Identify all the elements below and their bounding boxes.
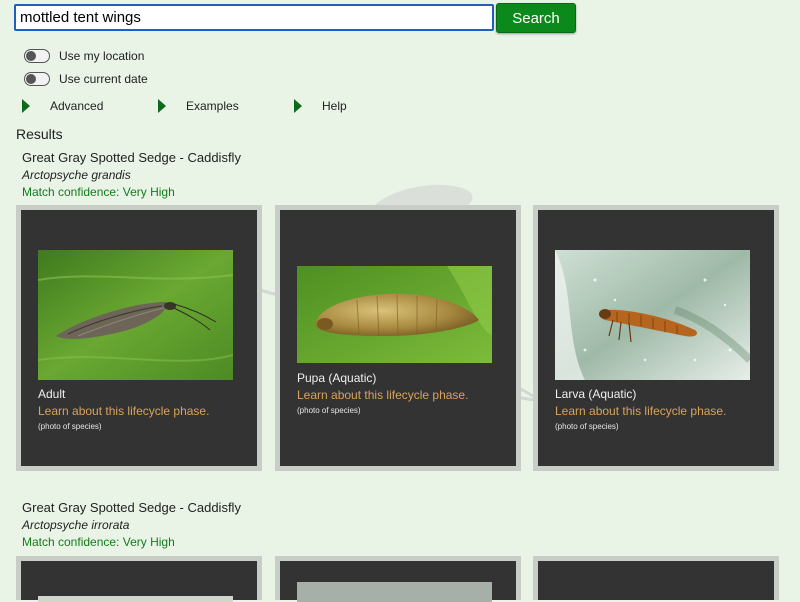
species-photo[interactable] — [297, 582, 492, 602]
toggle-label: Use current date — [59, 72, 148, 86]
match-confidence: Match confidence: Very High — [22, 535, 175, 549]
toggle-label: Use my location — [59, 49, 145, 63]
search-input[interactable] — [14, 4, 494, 31]
result-species-header: Great Gray Spotted Sedge - Caddisfly Arc… — [22, 500, 241, 549]
lifecycle-phase-label: Adult — [38, 387, 66, 401]
result-species-header: Great Gray Spotted Sedge - Caddisfly Arc… — [22, 150, 241, 199]
expander-help[interactable]: Help — [294, 97, 347, 115]
lifecycle-phase-link[interactable]: Learn about this lifecycle phase. — [555, 404, 726, 418]
toggle-use-current-date[interactable]: Use current date — [24, 70, 148, 88]
lifecycle-phase-link[interactable]: Learn about this lifecycle phase. — [38, 404, 209, 418]
results-heading: Results — [16, 126, 63, 142]
expander-label: Advanced — [50, 99, 104, 113]
expander-advanced[interactable]: Advanced — [22, 97, 103, 115]
expander-examples[interactable]: Examples — [158, 97, 239, 115]
toggle-switch-icon[interactable] — [24, 72, 50, 86]
search-button[interactable]: Search — [496, 3, 576, 33]
expander-label: Examples — [186, 99, 239, 113]
lifecycle-card-larva[interactable]: Larva (Aquatic) Learn about this lifecyc… — [533, 205, 779, 471]
lifecycle-phase-label: Larva (Aquatic) — [555, 387, 637, 401]
chevron-right-icon — [158, 99, 166, 113]
photo-note: (photo of species) — [555, 422, 619, 431]
toggle-use-location[interactable]: Use my location — [24, 47, 144, 65]
expander-label: Help — [322, 99, 347, 113]
lifecycle-phase-label: Pupa (Aquatic) — [297, 371, 377, 385]
species-photo-larva[interactable] — [555, 250, 750, 380]
lifecycle-card[interactable] — [275, 556, 521, 602]
species-common-name[interactable]: Great Gray Spotted Sedge - Caddisfly — [22, 500, 241, 515]
lifecycle-phase-link[interactable]: Learn about this lifecycle phase. — [297, 388, 468, 402]
match-confidence: Match confidence: Very High — [22, 185, 175, 199]
photo-note: (photo of species) — [297, 406, 361, 415]
chevron-right-icon — [294, 99, 302, 113]
species-photo-pupa[interactable] — [297, 266, 492, 363]
chevron-right-icon — [22, 99, 30, 113]
lifecycle-card[interactable] — [533, 556, 779, 600]
species-scientific-name: Arctopsyche irrorata — [22, 518, 130, 532]
lifecycle-card-pupa[interactable]: Pupa (Aquatic) Learn about this lifecycl… — [275, 205, 521, 471]
species-photo[interactable] — [38, 596, 233, 602]
photo-note: (photo of species) — [38, 422, 102, 431]
toggle-switch-icon[interactable] — [24, 49, 50, 63]
lifecycle-card-adult[interactable]: Adult Learn about this lifecycle phase. … — [16, 205, 262, 471]
species-common-name[interactable]: Great Gray Spotted Sedge - Caddisfly — [22, 150, 241, 165]
lifecycle-card[interactable] — [16, 556, 262, 602]
species-scientific-name: Arctopsyche grandis — [22, 168, 131, 182]
species-photo-adult[interactable] — [38, 250, 233, 380]
